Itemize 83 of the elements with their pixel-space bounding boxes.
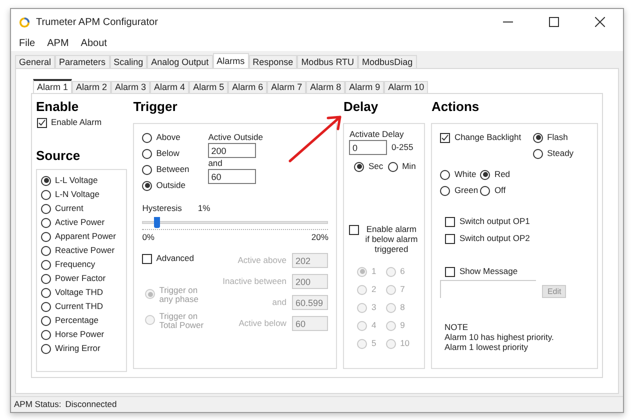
window-title: Trumeter APM Configurator: [36, 16, 158, 28]
text-field[interactable]: 60: [208, 169, 256, 184]
radio-button[interactable]: White: [440, 169, 480, 180]
field-label: and: [272, 297, 286, 308]
section-heading: Source: [36, 147, 82, 165]
radio-button[interactable]: Below: [142, 148, 208, 159]
tab[interactable]: Alarm 4: [150, 81, 190, 93]
section-heading: Enable: [36, 98, 80, 116]
range-label: 0-255: [391, 142, 414, 153]
section-heading: Actions: [431, 98, 480, 116]
slider-max-label: 20%: [311, 232, 328, 243]
tab[interactable]: Alarm 3: [111, 81, 150, 93]
radio-button[interactable]: Frequency: [41, 259, 122, 270]
tab[interactable]: ModbusDiag: [358, 55, 417, 68]
field-label: Active above: [238, 255, 286, 266]
tab[interactable]: Alarms: [212, 53, 249, 68]
checkbox[interactable]: Change Backlight: [440, 132, 522, 159]
radio-button[interactable]: Red: [480, 169, 520, 180]
tab[interactable]: Modbus RTU: [297, 55, 358, 68]
radio-button[interactable]: Current THD: [41, 301, 122, 312]
field-label: Active below: [238, 318, 286, 329]
tab[interactable]: Alarm 7: [267, 81, 306, 93]
radio-button[interactable]: Current: [41, 203, 122, 214]
field-label: Inactive between: [222, 276, 286, 287]
radio-button[interactable]: Voltage THD: [41, 287, 122, 298]
radio-button[interactable]: L-N Voltage: [41, 189, 122, 200]
slider-min-label: 0%: [142, 232, 154, 243]
radio-button[interactable]: L-L Voltage: [41, 175, 122, 186]
text-field[interactable]: 200: [208, 143, 256, 158]
note-text: Alarm 10 has highest priority.: [444, 332, 555, 342]
field-label: Active Outside: [208, 132, 264, 143]
tab[interactable]: General: [15, 55, 56, 68]
checkbox[interactable]: Enable alarm if below alarm triggered: [349, 224, 420, 254]
app-logo-icon: [19, 16, 30, 28]
radio-button[interactable]: Percentage: [41, 315, 122, 326]
hysteresis-label: Hysteresis: [142, 203, 182, 214]
checkbox[interactable]: Enable Alarm: [37, 117, 128, 128]
radio-button[interactable]: Wiring Error: [41, 343, 122, 354]
checkbox[interactable]: Switch output OP2: [445, 233, 589, 244]
note-text: Alarm 1 lowest priority: [444, 342, 530, 352]
radio-button[interactable]: Outside: [142, 180, 208, 191]
radio-button[interactable]: Off: [480, 185, 520, 196]
checkbox[interactable]: Switch output OP1: [445, 216, 589, 227]
radio-button[interactable]: Active Power: [41, 217, 122, 228]
annotation-arrow: [288, 113, 344, 163]
text-field[interactable]: 0: [349, 140, 388, 155]
tab[interactable]: Alarm 6: [228, 81, 268, 93]
tab[interactable]: Response: [248, 55, 298, 68]
menu-item[interactable]: File: [19, 38, 36, 48]
tab[interactable]: Alarm 10: [384, 81, 428, 93]
menu-item[interactable]: APM: [47, 38, 69, 48]
tab[interactable]: Analog Output: [147, 55, 213, 68]
tab[interactable]: Parameters: [55, 55, 110, 68]
status-label: APM Status:: [14, 399, 62, 410]
tab[interactable]: Alarm 1: [33, 79, 72, 93]
radio-button[interactable]: Reactive Power: [41, 245, 122, 256]
section-heading: Trigger: [133, 98, 178, 116]
tab[interactable]: Alarm 9: [345, 81, 384, 93]
radio-button[interactable]: Min: [388, 161, 416, 172]
radio-button[interactable]: Apparent Power: [41, 231, 122, 242]
radio-button[interactable]: Between: [142, 164, 208, 175]
radio-button[interactable]: Steady: [533, 148, 574, 159]
status-value: Disconnected: [65, 399, 117, 410]
tab[interactable]: Alarm 2: [72, 81, 112, 93]
tab[interactable]: Alarm 8: [306, 81, 346, 93]
radio-button[interactable]: Power Factor: [41, 273, 122, 284]
section-heading: Delay: [343, 98, 380, 116]
tab[interactable]: Scaling: [110, 55, 148, 68]
radio-button[interactable]: Sec: [354, 161, 384, 172]
slider-thumb[interactable]: [154, 217, 160, 228]
message-field[interactable]: [440, 280, 536, 298]
radio-button[interactable]: Flash: [533, 132, 574, 143]
tab[interactable]: Alarm 5: [189, 81, 228, 93]
checkbox[interactable]: Advanced: [142, 253, 218, 264]
field-label: and: [208, 158, 224, 169]
field-label: Activate Delay: [349, 129, 405, 140]
menu-item[interactable]: About: [80, 38, 107, 48]
checkbox[interactable]: Show Message: [445, 266, 589, 277]
note-text: NOTE: [444, 322, 470, 332]
radio-button[interactable]: Above: [142, 132, 208, 143]
radio-button[interactable]: Horse Power: [41, 329, 122, 340]
radio-button[interactable]: Green: [440, 185, 480, 196]
hysteresis-value: 1%: [198, 203, 210, 214]
